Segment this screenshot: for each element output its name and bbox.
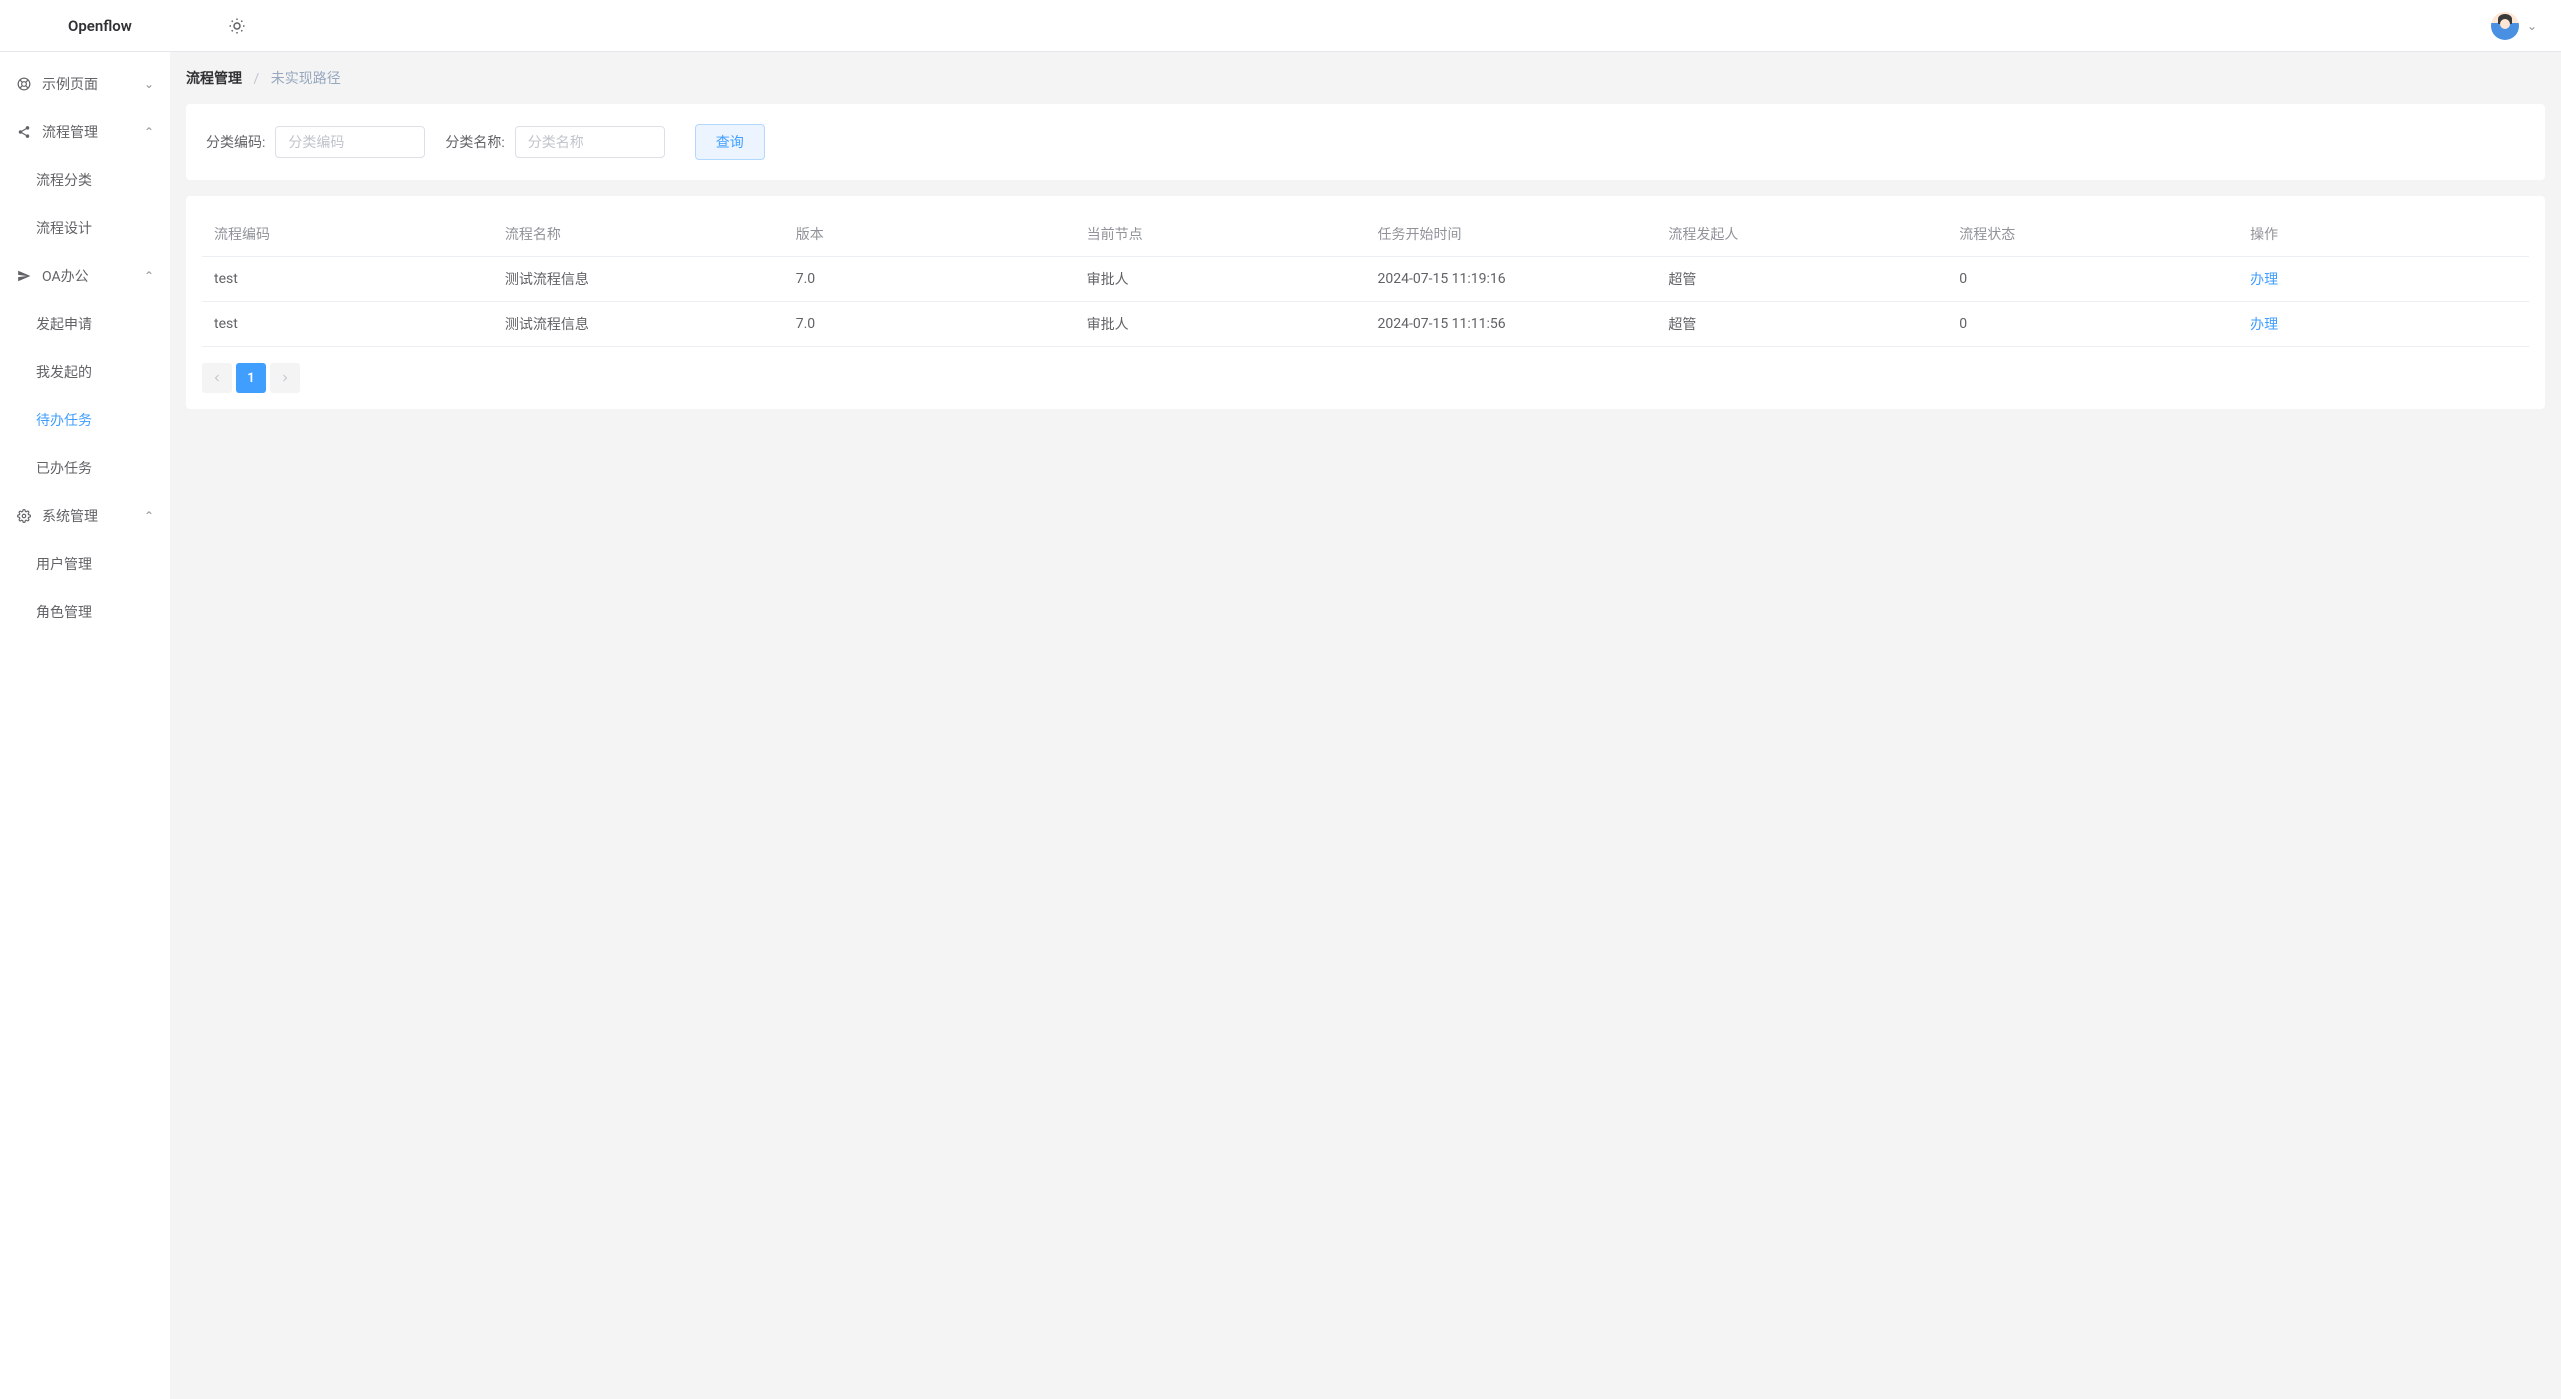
breadcrumb: 流程管理 / 未实现路径 (186, 68, 2545, 88)
logo: Openflow (24, 17, 132, 35)
filter-name-label: 分类名称: (445, 132, 504, 152)
sidebar-item-label: 发起申请 (36, 317, 92, 333)
sidebar-item-label: 系统管理 (42, 506, 144, 526)
sidebar-item-role-mgmt[interactable]: 角色管理 (0, 588, 170, 636)
sidebar-item-label: 流程管理 (42, 122, 144, 142)
filter-code-label: 分类编码: (206, 132, 265, 152)
filter-code-group: 分类编码: (206, 126, 425, 158)
pagination: 1 (202, 363, 2529, 393)
col-initiator: 流程发起人 (1656, 212, 1947, 257)
cell-starttime: 2024-07-15 11:11:56 (1366, 302, 1657, 347)
action-handle-link[interactable]: 办理 (2250, 272, 2278, 288)
sidebar-item-process-category[interactable]: 流程分类 (0, 156, 170, 204)
cell-initiator: 超管 (1656, 257, 1947, 302)
sidebar-item-my-initiated[interactable]: 我发起的 (0, 348, 170, 396)
sidebar-item-label: 已办任务 (36, 461, 92, 477)
table-row: test 测试流程信息 7.0 审批人 2024-07-15 11:11:56 … (202, 302, 2529, 347)
data-table: 流程编码 流程名称 版本 当前节点 任务开始时间 流程发起人 流程状态 操作 t… (202, 212, 2529, 347)
sidebar-item-label: OA办公 (42, 266, 144, 286)
sidebar-item-system[interactable]: 系统管理 ⌃ (0, 492, 170, 540)
main: 流程管理 / 未实现路径 分类编码: 分类名称: 查询 流程编码 流程名称 (170, 52, 2561, 1399)
theme-toggle-button[interactable] (228, 17, 246, 35)
col-version: 版本 (784, 212, 1075, 257)
breadcrumb-current: 未实现路径 (271, 71, 341, 87)
sidebar-item-label: 流程设计 (36, 221, 92, 237)
page-prev-button[interactable] (202, 363, 232, 393)
sidebar-item-label: 用户管理 (36, 557, 92, 573)
cell-status: 0 (1947, 257, 2238, 302)
breadcrumb-first[interactable]: 流程管理 (186, 71, 242, 87)
cell-node: 审批人 (1075, 257, 1366, 302)
chevron-up-icon: ⌃ (144, 125, 154, 139)
sidebar-item-example[interactable]: 示例页面 ⌄ (0, 60, 170, 108)
cell-code: test (202, 302, 493, 347)
chevron-up-icon: ⌃ (144, 269, 154, 283)
cell-version: 7.0 (784, 302, 1075, 347)
container: 示例页面 ⌄ 流程管理 ⌃ 流程分类 流程设计 OA办公 ⌃ 发起申请 我发 (0, 52, 2561, 1399)
chevron-up-icon: ⌃ (144, 509, 154, 523)
cell-starttime: 2024-07-15 11:19:16 (1366, 257, 1657, 302)
filter-name-group: 分类名称: (445, 126, 664, 158)
chevron-down-icon: ⌄ (144, 77, 154, 91)
sidebar-item-label: 流程分类 (36, 173, 92, 189)
avatar (2491, 12, 2519, 40)
sidebar-item-done[interactable]: 已办任务 (0, 444, 170, 492)
chevron-right-icon (279, 372, 291, 384)
sidebar-item-oa[interactable]: OA办公 ⌃ (0, 252, 170, 300)
breadcrumb-separator: / (253, 71, 259, 87)
sidebar-item-label: 角色管理 (36, 605, 92, 621)
sidebar-item-label: 我发起的 (36, 365, 92, 381)
cell-name: 测试流程信息 (493, 302, 784, 347)
sidebar: 示例页面 ⌄ 流程管理 ⌃ 流程分类 流程设计 OA办公 ⌃ 发起申请 我发 (0, 52, 170, 1399)
lifebuoy-icon (16, 76, 32, 92)
col-code: 流程编码 (202, 212, 493, 257)
send-icon (16, 268, 32, 284)
table-header-row: 流程编码 流程名称 版本 当前节点 任务开始时间 流程发起人 流程状态 操作 (202, 212, 2529, 257)
sidebar-item-todo[interactable]: 待办任务 (0, 396, 170, 444)
cell-code: test (202, 257, 493, 302)
cell-version: 7.0 (784, 257, 1075, 302)
action-handle-link[interactable]: 办理 (2250, 317, 2278, 333)
sidebar-item-label: 待办任务 (36, 413, 92, 429)
col-status: 流程状态 (1947, 212, 2238, 257)
cell-initiator: 超管 (1656, 302, 1947, 347)
table-row: test 测试流程信息 7.0 审批人 2024-07-15 11:19:16 … (202, 257, 2529, 302)
filter-card: 分类编码: 分类名称: 查询 (186, 104, 2545, 180)
cell-name: 测试流程信息 (493, 257, 784, 302)
filter-code-input[interactable] (275, 126, 425, 158)
sidebar-item-user-mgmt[interactable]: 用户管理 (0, 540, 170, 588)
col-starttime: 任务开始时间 (1366, 212, 1657, 257)
header: Openflow ⌄ (0, 0, 2561, 52)
filter-name-input[interactable] (515, 126, 665, 158)
user-menu[interactable]: ⌄ (2491, 12, 2537, 40)
sun-icon (228, 17, 246, 35)
page-next-button[interactable] (270, 363, 300, 393)
page-1-button[interactable]: 1 (236, 363, 266, 393)
query-button[interactable]: 查询 (695, 124, 765, 160)
col-action: 操作 (2238, 212, 2529, 257)
sidebar-item-process[interactable]: 流程管理 ⌃ (0, 108, 170, 156)
sidebar-item-process-design[interactable]: 流程设计 (0, 204, 170, 252)
col-name: 流程名称 (493, 212, 784, 257)
share-icon (16, 124, 32, 140)
cell-status: 0 (1947, 302, 2238, 347)
col-node: 当前节点 (1075, 212, 1366, 257)
table-card: 流程编码 流程名称 版本 当前节点 任务开始时间 流程发起人 流程状态 操作 t… (186, 196, 2545, 409)
chevron-left-icon (211, 372, 223, 384)
sidebar-item-label: 示例页面 (42, 74, 144, 94)
header-left: Openflow (24, 17, 246, 35)
chevron-down-icon: ⌄ (2527, 19, 2537, 33)
cell-node: 审批人 (1075, 302, 1366, 347)
sidebar-item-apply[interactable]: 发起申请 (0, 300, 170, 348)
gear-icon (16, 508, 32, 524)
